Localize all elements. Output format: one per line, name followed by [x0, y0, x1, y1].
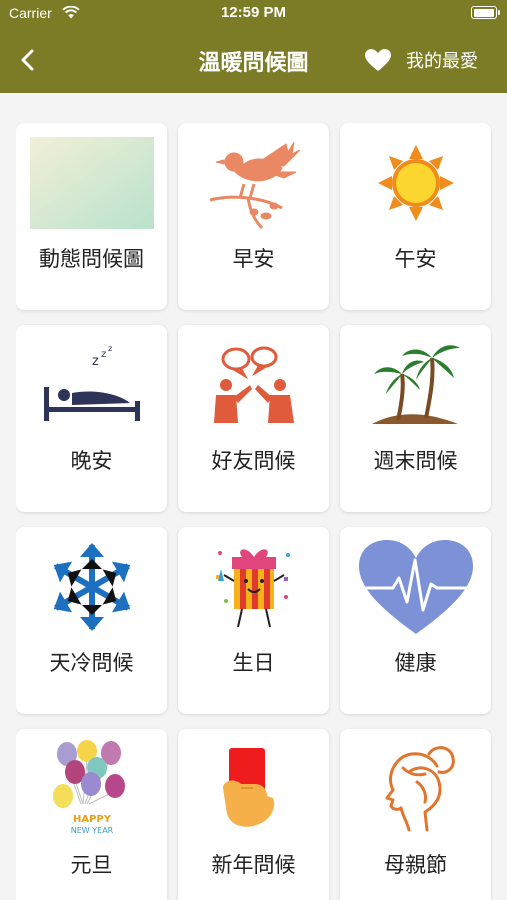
- category-card-new-year-greetings[interactable]: 新年問候: [178, 729, 329, 900]
- category-label: 天冷問候: [49, 651, 134, 675]
- battery-icon: [471, 6, 500, 19]
- svg-text:z: z: [92, 354, 99, 369]
- category-label: 午安: [394, 247, 437, 271]
- friends-chat-icon: [213, 346, 294, 423]
- category-card-new-years-day[interactable]: HAPPY NEW YEAR 元旦: [16, 729, 167, 900]
- category-card-cold-weather[interactable]: 天冷問候: [16, 527, 167, 714]
- category-grid: 動態問候圖 早安 午安 z z z 晚安 好友問候 週末問候 天冷問候 生日 健…: [16, 123, 493, 900]
- category-label: 元旦: [70, 853, 113, 877]
- birthday-gift-icon: [215, 549, 290, 628]
- category-label: 健康: [394, 651, 437, 675]
- balloon-caption-happy: HAPPY: [72, 814, 111, 825]
- category-card-birthday[interactable]: 生日: [178, 527, 329, 714]
- heartbeat-icon: [358, 540, 473, 634]
- category-card-friends[interactable]: 好友問候: [178, 325, 329, 512]
- balloon-caption-new-year: NEW YEAR: [70, 826, 113, 835]
- battery-level: [473, 8, 494, 17]
- category-card-good-night[interactable]: z z z 晚安: [16, 325, 167, 512]
- category-card-mothers-day[interactable]: 母親節: [340, 729, 491, 900]
- svg-text:z: z: [108, 344, 112, 353]
- svg-text:z: z: [101, 349, 106, 360]
- category-card-animated[interactable]: 動態問候圖: [16, 123, 167, 310]
- navigation-bar: Carrier 12:59 PM 溫暖問候圖 我的最愛: [0, 0, 507, 93]
- category-label: 晚安: [70, 449, 113, 473]
- bird-icon: [209, 141, 300, 230]
- sun-icon: [377, 145, 454, 221]
- category-card-health[interactable]: 健康: [340, 527, 491, 714]
- category-card-good-afternoon[interactable]: 午安: [340, 123, 491, 310]
- category-card-weekend[interactable]: 週末問候: [340, 325, 491, 512]
- heart-icon: [365, 49, 391, 71]
- status-bar: Carrier 12:59 PM: [0, 0, 507, 30]
- balloons-icon: HAPPY NEW YEAR: [52, 740, 125, 835]
- snowflake-icon: [47, 543, 136, 631]
- category-label: 早安: [232, 247, 275, 271]
- red-envelope-icon: [222, 748, 274, 827]
- category-label: 動態問候圖: [39, 247, 144, 271]
- category-label: 好友問候: [211, 449, 296, 473]
- favorites-label: 我的最愛: [406, 51, 478, 72]
- category-label: 新年問候: [211, 853, 296, 877]
- category-label: 週末問候: [373, 449, 458, 473]
- gradient-thumbnail: [29, 137, 154, 229]
- palm-island-icon: [371, 345, 460, 424]
- clock: 12:59 PM: [220, 4, 287, 21]
- category-label: 母親節: [384, 853, 447, 877]
- favorites-button[interactable]: 我的最愛: [364, 46, 478, 74]
- category-label: 生日: [232, 651, 275, 675]
- category-card-good-morning[interactable]: 早安: [178, 123, 329, 310]
- sleeping-bed-icon: z z z: [43, 344, 140, 421]
- woman-profile-icon: [385, 746, 455, 832]
